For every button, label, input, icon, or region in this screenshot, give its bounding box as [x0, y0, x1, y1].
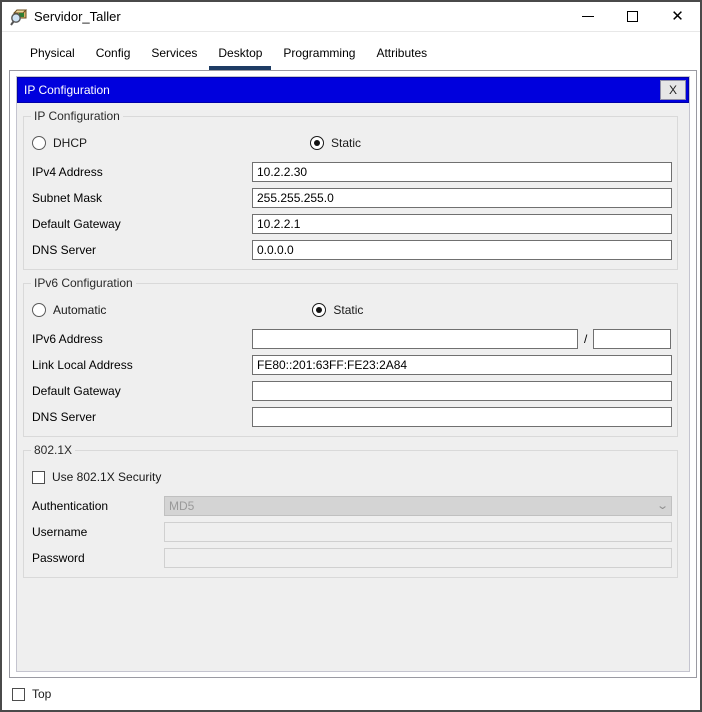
use-8021x-security-label: Use 802.1X Security	[52, 470, 162, 484]
top-checkbox[interactable]: Top	[12, 687, 51, 701]
checkbox-box-icon	[12, 687, 25, 701]
static-radio-ipv6[interactable]: Static	[312, 303, 363, 317]
static-radio-label: Static	[331, 136, 362, 150]
close-button[interactable]: ✕	[655, 2, 700, 31]
subnet-mask-input[interactable]	[252, 188, 672, 208]
automatic-radio-label: Automatic	[53, 303, 107, 317]
top-checkbox-label: Top	[32, 687, 52, 701]
dialog-title: IP Configuration	[24, 83, 110, 97]
app-icon	[10, 9, 28, 26]
dns-server-label: DNS Server	[32, 243, 97, 257]
tab-desktop[interactable]: Desktop	[209, 42, 272, 70]
username-input	[164, 522, 672, 542]
footer-bar: Top	[12, 684, 52, 704]
tab-config[interactable]: Config	[87, 42, 140, 70]
window-title: Servidor_Taller	[34, 9, 121, 24]
ipv6-default-gateway-input[interactable]	[252, 381, 672, 401]
ipv6-prefix-input[interactable]	[593, 329, 672, 349]
window-titlebar: Servidor_Taller ✕	[2, 2, 700, 32]
authentication-dropdown: MD5 ⌄	[164, 496, 672, 516]
minimize-icon	[581, 16, 594, 17]
tab-attributes[interactable]: Attributes	[367, 42, 436, 70]
link-local-address-input[interactable]	[252, 355, 672, 375]
automatic-radio[interactable]: Automatic	[32, 303, 106, 317]
maximize-button[interactable]	[610, 2, 655, 31]
authentication-value: MD5	[169, 499, 195, 513]
radio-circle-icon	[32, 136, 46, 150]
static-radio-ipv6-label: Static	[333, 303, 364, 317]
dialog-titlebar: IP Configuration X	[17, 77, 689, 103]
default-gateway-label: Default Gateway	[32, 217, 121, 231]
dhcp-radio-label: DHCP	[53, 136, 88, 150]
use-8021x-security-checkbox[interactable]: Use 802.1X Security	[32, 470, 161, 484]
dot1x-group: 802.1X Use 802.1X Security Authenticatio…	[23, 443, 678, 578]
dialog-close-button[interactable]: X	[660, 80, 686, 100]
dot1x-legend: 802.1X	[34, 443, 73, 457]
ipv6-dns-server-input[interactable]	[252, 407, 672, 427]
ipv6-default-gateway-label: Default Gateway	[32, 384, 121, 398]
ipv6-address-label: IPv6 Address	[32, 332, 103, 346]
tab-bar: Physical Config Services Desktop Program…	[9, 42, 439, 70]
checkbox-box-icon	[32, 470, 45, 484]
chevron-down-icon: ⌄	[655, 499, 669, 512]
tab-programming[interactable]: Programming	[274, 42, 364, 70]
ipv6-address-input[interactable]	[252, 329, 578, 349]
ipv6-dns-server-label: DNS Server	[32, 410, 97, 424]
radio-circle-icon	[32, 303, 46, 317]
minimize-button[interactable]	[565, 2, 610, 31]
radio-circle-icon	[310, 136, 325, 150]
tab-physical[interactable]: Physical	[21, 42, 84, 70]
subnet-mask-label: Subnet Mask	[32, 191, 103, 205]
password-label: Password	[32, 551, 85, 565]
ip-configuration-group: IP Configuration DHCP Static IPv4 Addres…	[23, 109, 678, 270]
ipv6-configuration-group: IPv6 Configuration Automatic Static IPv6…	[23, 276, 678, 437]
tab-services[interactable]: Services	[142, 42, 206, 70]
static-radio-ipv4[interactable]: Static	[310, 136, 361, 150]
ipv4-address-label: IPv4 Address	[32, 165, 103, 179]
authentication-label: Authentication	[32, 499, 109, 513]
ipv6-prefix-separator: /	[584, 332, 588, 346]
username-label: Username	[32, 525, 88, 539]
password-input	[164, 548, 672, 568]
close-icon: ✕	[671, 8, 684, 25]
ip-configuration-dialog: IP Configuration X IP Configuration DHCP…	[16, 76, 690, 672]
desktop-tab-panel: IP Configuration X IP Configuration DHCP…	[9, 70, 697, 678]
link-local-address-label: Link Local Address	[32, 358, 133, 372]
default-gateway-input[interactable]	[252, 214, 672, 234]
device-window: Servidor_Taller ✕ Physical Config Servic…	[0, 0, 702, 712]
maximize-icon	[627, 11, 638, 22]
dhcp-radio[interactable]: DHCP	[32, 136, 87, 150]
ip-configuration-legend: IP Configuration	[34, 109, 120, 123]
radio-circle-icon	[312, 303, 327, 317]
ipv4-address-input[interactable]	[252, 162, 672, 182]
ipv6-configuration-legend: IPv6 Configuration	[34, 276, 133, 290]
dns-server-input[interactable]	[252, 240, 672, 260]
